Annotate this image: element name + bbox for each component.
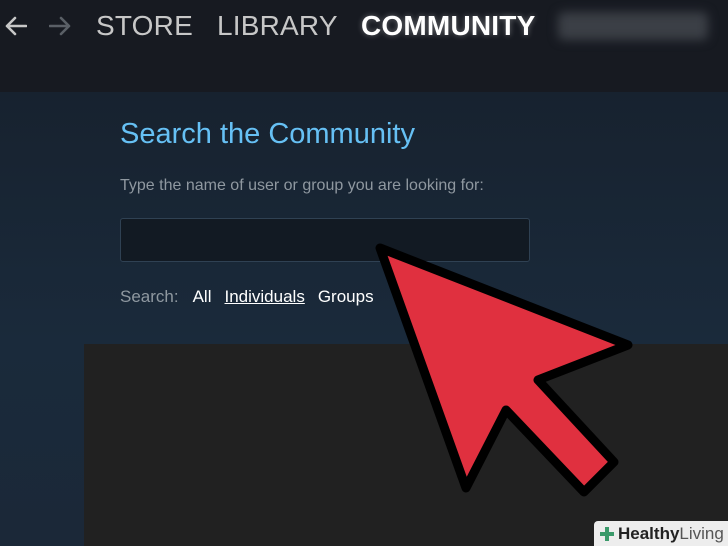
menu-community[interactable]: COMMUNITY xyxy=(361,10,535,42)
watermark: Healthy Living xyxy=(594,521,728,546)
watermark-light-text: Living xyxy=(679,523,724,543)
menu-library[interactable]: LIBRARY xyxy=(217,10,338,42)
plus-icon xyxy=(599,526,615,542)
arrow-left-icon[interactable] xyxy=(4,14,28,38)
menu-profile-redacted[interactable] xyxy=(558,12,708,40)
search-instructions: Type the name of user or group you are l… xyxy=(120,177,484,194)
watermark-bold-text: Healthy xyxy=(618,523,680,543)
top-navigation-bar: STORE LIBRARY COMMUNITY xyxy=(0,0,728,92)
menu-store[interactable]: STORE xyxy=(96,10,193,42)
red-pointer-arrow-icon xyxy=(375,243,633,497)
search-filter-row: Search: All Individuals Groups xyxy=(120,287,387,307)
filter-individuals[interactable]: Individuals xyxy=(225,287,305,307)
search-filter-label: Search: xyxy=(120,287,179,306)
filter-groups[interactable]: Groups xyxy=(318,287,374,307)
filter-all[interactable]: All xyxy=(193,287,212,307)
page-title: Search the Community xyxy=(120,118,415,150)
arrow-right-icon[interactable] xyxy=(48,14,72,38)
